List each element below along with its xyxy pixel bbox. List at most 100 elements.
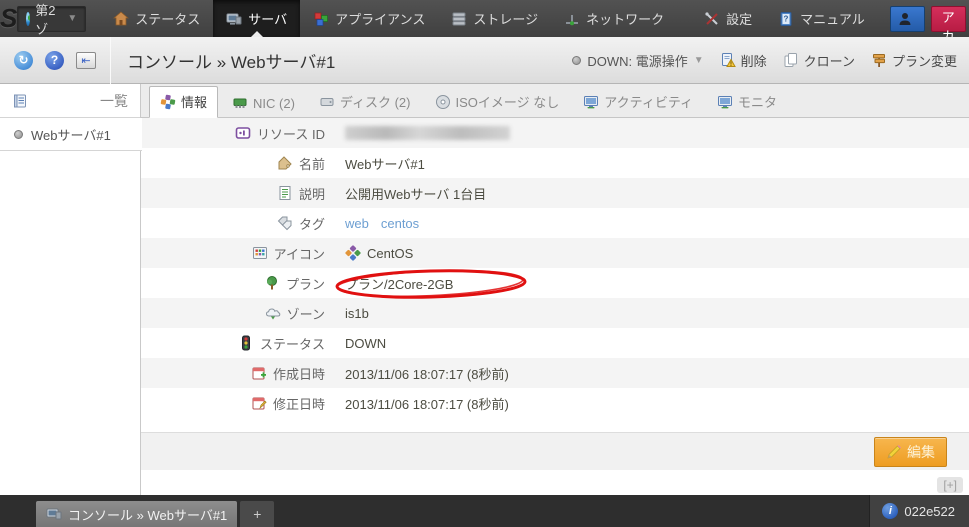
- row-label: タグ: [298, 216, 325, 232]
- row-label: アイコン: [273, 246, 325, 262]
- nav-item-label: アプライアンス: [335, 12, 426, 27]
- tab-info[interactable]: 情報: [149, 86, 219, 118]
- resource-id-redacted: [345, 126, 510, 140]
- list-book-icon: [14, 94, 26, 107]
- row-value-plan: プラン/2Core-2GB: [345, 276, 454, 292]
- row-value-status: DOWN: [345, 335, 387, 351]
- icon-grid-icon: [252, 247, 267, 259]
- expand-toggle[interactable]: [+]: [937, 477, 963, 493]
- svg-text:?: ?: [784, 14, 789, 23]
- manual-book-icon: ?: [780, 11, 792, 26]
- tag-link-web[interactable]: web: [345, 216, 369, 231]
- nav-item-settings[interactable]: 設定: [691, 0, 765, 37]
- delete-button-label: 削除: [740, 53, 767, 69]
- centos-icon: [345, 245, 361, 261]
- table-row-created: 作成日時 2013/11/06 18:07:17 (8秒前): [141, 358, 969, 388]
- zone-selector[interactable]: 石狩第2ゾーン ▼: [17, 3, 87, 75]
- tab-label: ディスク (2): [339, 95, 411, 110]
- main-panel: 情報 NIC (2) ディスク (2) ISOイメージ なし アクティビティ モ…: [141, 84, 969, 495]
- delete-button[interactable]: ! 削除: [720, 51, 767, 70]
- sidebar-header: 一覧: [0, 84, 140, 118]
- main-nav: ステータス サーバ アプライアンス ストレージ ネットワーク 設定 ? マニュア…: [100, 0, 878, 37]
- nav-item-storage[interactable]: ストレージ: [438, 0, 551, 37]
- row-value-description: 公開用Webサーバ 1台目: [345, 186, 487, 202]
- status-traffic-light-icon: [241, 335, 250, 351]
- tools-icon: [705, 11, 718, 25]
- app-window: S 石狩第2ゾーン ▼ ステータス サーバ アプライアンス ストレージ: [0, 0, 969, 527]
- nav-item-network[interactable]: ネットワーク: [551, 0, 677, 37]
- zone-cloud-icon: [265, 308, 280, 320]
- row-value-modified: 2013/11/06 18:07:17 (8秒前): [345, 396, 509, 412]
- chevron-down-icon: ▼: [67, 13, 78, 24]
- new-tab-button[interactable]: +: [240, 501, 275, 527]
- modified-calendar-icon: [252, 397, 267, 410]
- tab-nic[interactable]: NIC (2): [222, 90, 305, 117]
- build-info[interactable]: i 022e522: [869, 495, 969, 527]
- toolbar-left-icons: ↻ ? ⇤: [0, 50, 110, 70]
- plan-change-button[interactable]: プラン変更: [871, 51, 957, 70]
- edit-button[interactable]: 編集: [874, 436, 947, 467]
- toolbar-actions: DOWN: 電源操作 ▼ ! 削除 クローン プラン変更: [572, 51, 969, 70]
- row-label: リソース ID: [257, 126, 325, 142]
- tab-iso-image[interactable]: ISOイメージ なし: [425, 87, 570, 117]
- nav-item-label: 設定: [726, 12, 753, 27]
- clone-button[interactable]: クローン: [783, 51, 855, 70]
- globe-icon: [26, 11, 31, 26]
- row-label: ゾーン: [286, 306, 325, 322]
- row-value-zone: is1b: [345, 305, 369, 321]
- chevron-down-icon: ▼: [693, 54, 704, 66]
- tab-bar: 情報 NIC (2) ディスク (2) ISOイメージ なし アクティビティ モ…: [141, 84, 969, 118]
- table-row-modified: 修正日時 2013/11/06 18:07:17 (8秒前): [141, 388, 969, 418]
- help-icon[interactable]: ?: [45, 50, 64, 70]
- nav-item-manual[interactable]: ? マニュアル: [765, 0, 878, 37]
- bottom-tab-console[interactable]: コンソール » Webサーバ#1: [36, 501, 238, 527]
- pencil-icon: [887, 444, 901, 458]
- delete-page-warning-icon: !: [721, 53, 736, 68]
- tag-link-centos[interactable]: centos: [381, 216, 419, 231]
- info-table: リソース ID 名前 Webサーバ#1 説明 公開用Webサーバ 1台目 タグ …: [141, 118, 969, 418]
- nav-item-label: ストレージ: [473, 12, 539, 27]
- account-button[interactable]: アカウント: [930, 5, 966, 101]
- server-monitor-icon: [226, 13, 242, 25]
- info-icon: i: [882, 503, 899, 519]
- refresh-icon[interactable]: ↻: [14, 50, 33, 70]
- sidebar: 一覧 Webサーバ#1: [0, 84, 142, 495]
- sidebar-item-label: Webサーバ#1: [31, 127, 111, 143]
- nav-item-appliance[interactable]: アプライアンス: [300, 0, 438, 37]
- tab-label: NIC (2): [253, 95, 295, 111]
- resource-id-icon: [235, 127, 251, 139]
- nav-item-label: マニュアル: [800, 12, 865, 27]
- bottombar: コンソール » Webサーバ#1 + i 022e522: [0, 495, 969, 527]
- svg-text:!: !: [730, 62, 732, 68]
- sidebar-item-webserver[interactable]: Webサーバ#1: [0, 118, 142, 151]
- edit-button-label: 編集: [907, 443, 935, 460]
- plan-tree-icon: [266, 276, 277, 290]
- row-value-created: 2013/11/06 18:07:17 (8秒前): [345, 366, 509, 382]
- user-icon: [899, 12, 911, 25]
- name-tag-icon: [278, 156, 292, 170]
- table-row-status: ステータス DOWN: [141, 328, 969, 358]
- tab-monitor[interactable]: モニタ: [707, 87, 787, 117]
- tab-label: アクティビティ: [604, 95, 694, 110]
- tab-disk[interactable]: ディスク (2): [309, 87, 421, 117]
- nav-item-server[interactable]: サーバ: [213, 0, 301, 37]
- disk-icon: [320, 97, 334, 106]
- nic-card-icon: [233, 98, 247, 108]
- collapse-sidebar-icon[interactable]: ⇤: [76, 51, 96, 69]
- breadcrumb: コンソール » Webサーバ#1: [127, 52, 336, 72]
- console-monitor-icon: [46, 508, 62, 520]
- house-icon: [113, 10, 130, 25]
- table-row-plan: プラン プラン/2Core-2GB: [141, 268, 969, 299]
- tab-activity[interactable]: アクティビティ: [573, 87, 703, 117]
- nav-item-status[interactable]: ステータス: [100, 0, 213, 37]
- nav-item-label: ネットワーク: [586, 12, 665, 27]
- sidebar-header-label: 一覧: [100, 92, 128, 109]
- footer-strip: 編集: [141, 432, 969, 470]
- account-name-box[interactable]: [889, 5, 925, 32]
- plan-change-button-label: プラン変更: [891, 53, 957, 69]
- row-label: 修正日時: [272, 396, 325, 412]
- row-label: プラン: [285, 276, 325, 292]
- power-operation-dropdown[interactable]: DOWN: 電源操作 ▼: [572, 51, 704, 70]
- toolbar: ↻ ? ⇤ コンソール » Webサーバ#1 DOWN: 電源操作 ▼ ! 削除…: [0, 36, 969, 84]
- row-label: 名前: [298, 156, 325, 172]
